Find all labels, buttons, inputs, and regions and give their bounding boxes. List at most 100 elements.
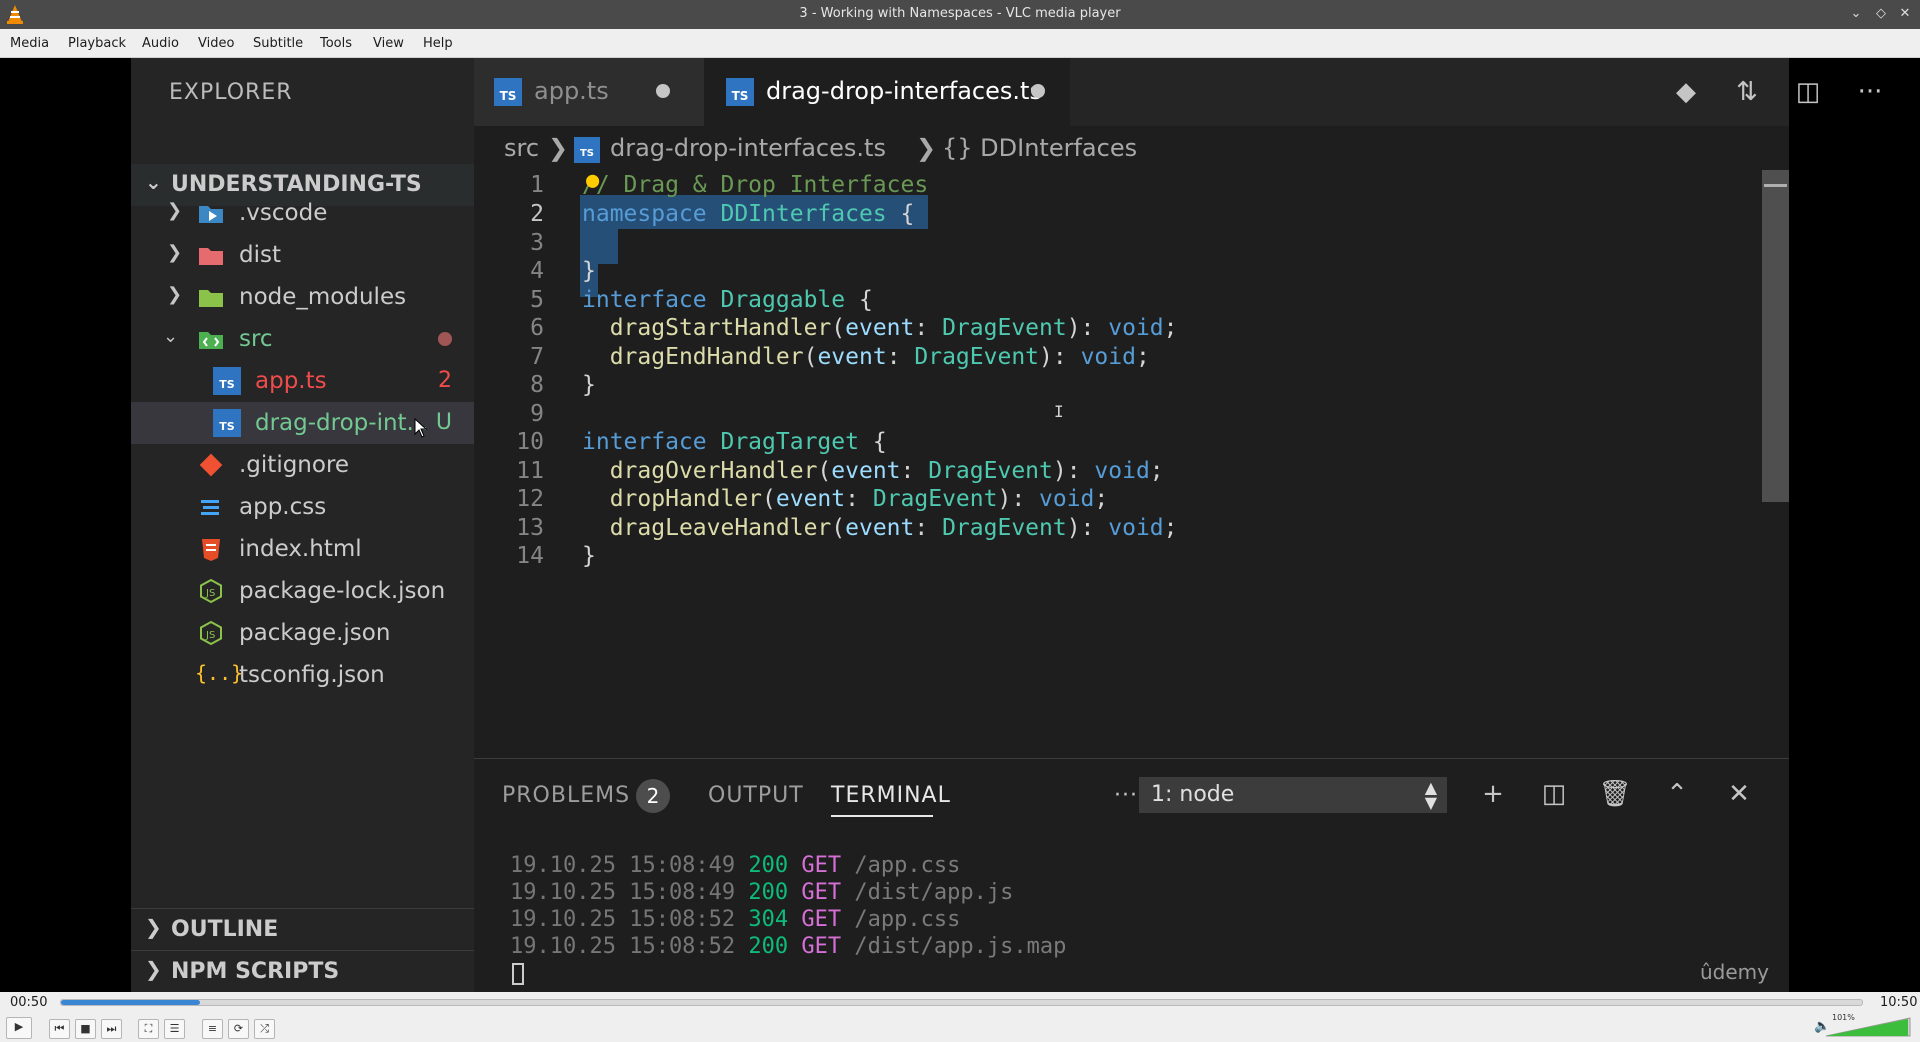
- maximize-button[interactable]: ◇: [1872, 5, 1890, 23]
- menu-subtitle[interactable]: Subtitle: [253, 36, 303, 51]
- line-number: 14: [516, 543, 544, 569]
- window-titlebar: 3 - Working with Namespaces - VLC media …: [0, 0, 1920, 29]
- code-line-1: // Drag & Drop Interfaces: [582, 172, 929, 198]
- chevron-right-icon: ❯: [145, 915, 162, 939]
- menu-media[interactable]: Media: [10, 36, 49, 51]
- terminal-line: 19.10.25 15:08:52 200 GET /dist/app.js.m…: [510, 934, 1067, 959]
- typescript-file-icon: TS: [213, 367, 241, 395]
- video-area[interactable]: EXPLORER ⌄ UNDERSTANDING-TS ❯ .vscode ❯ …: [0, 58, 1920, 992]
- menu-audio[interactable]: Audio: [142, 36, 179, 51]
- code-line-8: }: [582, 372, 596, 398]
- code-line-13: dragLeaveHandler(event: DragEvent): void…: [609, 515, 1178, 541]
- editor-tabs: TS app.ts TS drag-drop-interfaces.ts ◆ ⇅…: [474, 58, 1882, 126]
- tab-app-ts[interactable]: TS app.ts: [474, 58, 704, 126]
- chevron-down-icon: ⌄: [145, 170, 162, 194]
- line-number: 6: [530, 315, 544, 341]
- typescript-file-icon: TS: [494, 78, 522, 106]
- loop-button[interactable]: ⟳: [228, 1019, 249, 1039]
- menu-bar: Media Playback Audio Video Subtitle Tool…: [0, 29, 1920, 58]
- tab-problems[interactable]: PROBLEMS: [502, 783, 630, 808]
- breadcrumb-symbol[interactable]: {} DDInterfaces: [942, 134, 1137, 162]
- text-cursor-icon: I: [1054, 402, 1064, 421]
- tree-item-src: ⌄ src: [131, 318, 474, 360]
- tab-output[interactable]: OUTPUT: [708, 783, 804, 808]
- previous-button[interactable]: ⏮: [49, 1019, 70, 1039]
- tree-item-index-html: index.html: [131, 528, 474, 570]
- code-editor[interactable]: 1 2 3 4 5 6 7 8 9 10 11 12 13 14 // Drag…: [474, 168, 1754, 730]
- line-number: 1: [530, 172, 544, 198]
- chevron-right-icon: ❯: [548, 134, 569, 162]
- chevron-right-icon: ❯: [145, 957, 162, 981]
- chevron-up-icon[interactable]: ⌃: [1660, 777, 1694, 811]
- playlist-button[interactable]: ≡: [202, 1019, 223, 1039]
- menu-view[interactable]: View: [373, 36, 404, 51]
- svg-text:JS: JS: [205, 588, 215, 599]
- line-number: 3: [530, 230, 544, 256]
- explorer-sidebar: EXPLORER ⌄ UNDERSTANDING-TS ❯ .vscode ❯ …: [131, 58, 474, 992]
- extended-settings-button[interactable]: ☰: [164, 1019, 185, 1039]
- tab-terminal[interactable]: TERMINAL: [831, 783, 951, 808]
- menu-tools[interactable]: Tools: [320, 36, 352, 51]
- tab-drag-drop-interfaces[interactable]: TS drag-drop-interfaces.ts: [704, 58, 1070, 126]
- editor-scrollbar[interactable]: [1762, 170, 1789, 730]
- outline-section[interactable]: ❯ OUTLINE: [131, 908, 474, 950]
- chevron-right-icon: ❯: [916, 134, 937, 162]
- menu-help[interactable]: Help: [423, 36, 453, 51]
- terminal-select[interactable]: 1: node ▲ ▼: [1139, 777, 1447, 813]
- minimize-button[interactable]: ⌄: [1847, 5, 1865, 23]
- total-time: 10:50: [1880, 995, 1918, 1010]
- git-compare-icon[interactable]: ◆: [1670, 76, 1702, 108]
- play-button[interactable]: ▶: [6, 1017, 32, 1039]
- explorer-header: EXPLORER: [169, 80, 293, 105]
- close-panel-icon[interactable]: ✕: [1722, 777, 1756, 811]
- typescript-file-icon: TS: [213, 409, 241, 437]
- code-line-5: interface Draggable {: [582, 287, 873, 313]
- seek-bar[interactable]: [60, 999, 1863, 1006]
- scrollbar-thumb[interactable]: [1762, 170, 1789, 502]
- unsaved-dot-icon: [656, 84, 670, 98]
- split-terminal-icon[interactable]: ◫: [1537, 777, 1571, 811]
- fullscreen-button[interactable]: ⛶: [138, 1019, 159, 1039]
- tree-item-vscode: ❯ .vscode: [167, 200, 328, 226]
- add-terminal-icon[interactable]: +: [1476, 777, 1510, 811]
- tree-item-package-json: JS package.json: [131, 612, 474, 654]
- chevron-right-icon: ❯: [167, 284, 183, 305]
- menu-playback[interactable]: Playback: [68, 36, 126, 51]
- line-number: 4: [530, 258, 544, 284]
- breadcrumb: src ❯ TS drag-drop-interfaces.ts ❯ {} DD…: [474, 126, 1789, 166]
- next-button[interactable]: ⏭: [101, 1019, 122, 1039]
- volume-percent: 101%: [1832, 1013, 1855, 1022]
- breadcrumb-folder[interactable]: src: [504, 134, 539, 162]
- udemy-watermark: ûdemy: [1700, 960, 1769, 984]
- lightbulb-icon[interactable]: ●: [586, 168, 599, 193]
- stop-button[interactable]: ■: [75, 1019, 96, 1039]
- split-editor-icon[interactable]: ◫: [1792, 76, 1824, 108]
- close-button[interactable]: ✕: [1896, 5, 1914, 23]
- player-controls: 00:50 10:50 ▶ ⏮ ■ ⏭ ⛶ ☰ ≡ ⟳ ⤮ 🔈 101%: [0, 992, 1920, 1042]
- folder-src-icon: [199, 332, 223, 349]
- code-line-2: namespace DDInterfaces {: [582, 201, 915, 227]
- modified-dot: [438, 332, 452, 346]
- elapsed-time: 00:50: [10, 995, 48, 1010]
- mouse-cursor-icon: [414, 418, 428, 438]
- line-number: 5: [530, 287, 544, 313]
- nodejs-icon: JS: [200, 620, 222, 646]
- line-number: 13: [516, 515, 544, 541]
- line-number: 10: [516, 429, 544, 455]
- npm-scripts-section[interactable]: ❯ NPM SCRIPTS: [131, 950, 474, 992]
- line-number: 9: [530, 401, 544, 427]
- line-number: 11: [516, 458, 544, 484]
- more-icon[interactable]: ···: [1114, 783, 1138, 808]
- shuffle-button[interactable]: ⤮: [254, 1019, 275, 1039]
- trash-icon[interactable]: 🗑: [1598, 777, 1632, 811]
- tree-item-gitignore: .gitignore: [131, 444, 474, 486]
- line-number: 7: [530, 344, 544, 370]
- menu-video[interactable]: Video: [198, 36, 234, 51]
- svg-text:JS: JS: [205, 630, 215, 641]
- nodejs-icon: JS: [200, 578, 222, 604]
- more-actions-icon[interactable]: ···: [1854, 76, 1886, 108]
- open-changes-icon[interactable]: ⇅: [1731, 76, 1763, 108]
- breadcrumb-file[interactable]: drag-drop-interfaces.ts: [610, 134, 886, 162]
- code-line-10: interface DragTarget {: [582, 429, 887, 455]
- problems-count-badge: 2: [636, 779, 670, 813]
